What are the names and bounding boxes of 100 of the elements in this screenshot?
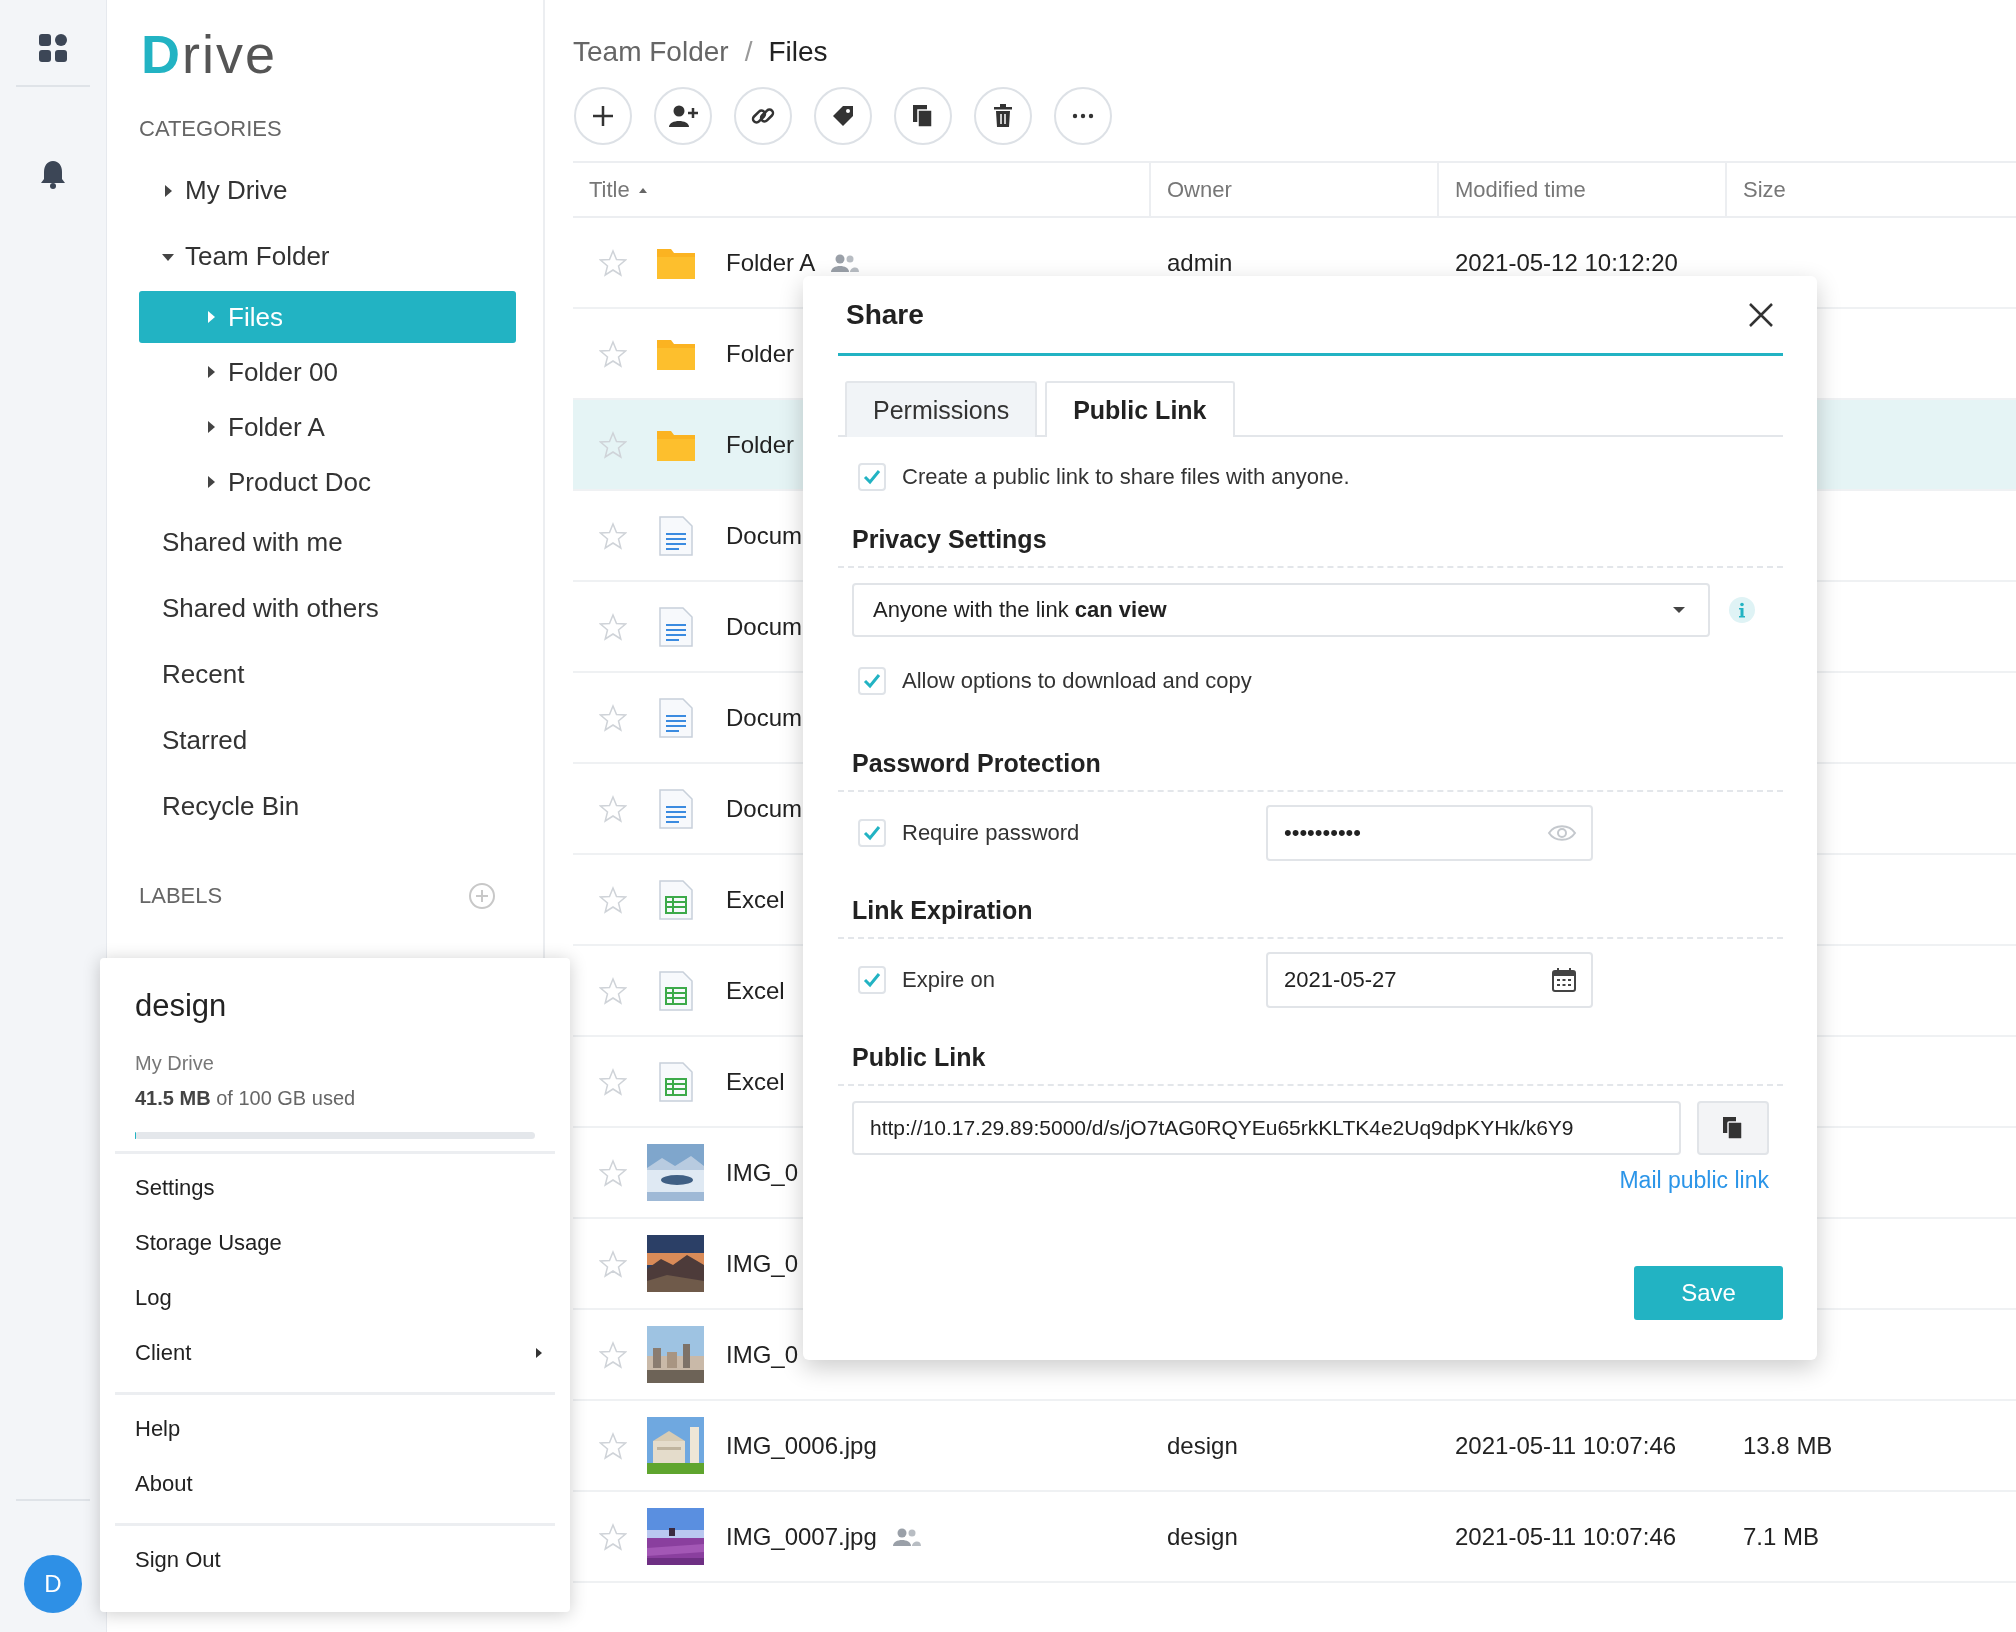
menu-item[interactable]: About: [115, 1456, 555, 1511]
menu-item[interactable]: Settings: [115, 1160, 555, 1215]
sidebar-item[interactable]: Shared with me: [139, 511, 516, 574]
file-name[interactable]: Docum: [726, 521, 803, 550]
caret-down-icon[interactable]: [1672, 606, 1686, 614]
menu-item[interactable]: Client: [115, 1325, 555, 1380]
column-header[interactable]: Modified time: [1439, 163, 1727, 216]
copy-icon[interactable]: [1721, 1115, 1745, 1141]
menu-item[interactable]: Log: [115, 1270, 555, 1325]
sidebar-item[interactable]: Shared with others: [139, 577, 516, 640]
table-row[interactable]: IMG_0007.jpg design 2021-05-11 10:07:46 7.1 MB: [573, 1492, 2016, 1583]
eye-icon[interactable]: [1547, 823, 1577, 843]
checkbox-label: Require password: [902, 820, 1080, 846]
file-name[interactable]: Excel: [726, 885, 785, 914]
sidebar-item[interactable]: Team Folder: [139, 225, 516, 288]
copy-button[interactable]: [894, 87, 952, 145]
tag-button[interactable]: [814, 87, 872, 145]
file-name[interactable]: Docum: [726, 794, 803, 823]
checkbox-label: Expire on: [902, 967, 995, 993]
document-icon: [658, 606, 693, 647]
modified-cell: 2021-05-12 10:12:20: [1455, 248, 1678, 277]
plus-icon[interactable]: [590, 103, 616, 129]
calendar-icon[interactable]: [1551, 967, 1577, 993]
date-field[interactable]: 2021-05-27: [1266, 952, 1593, 1008]
tab[interactable]: Permissions: [845, 381, 1038, 437]
spreadsheet-icon: [658, 970, 693, 1011]
breadcrumb-item[interactable]: Team Folder: [573, 36, 729, 68]
add-label-icon[interactable]: [468, 882, 496, 910]
file-name[interactable]: IMG_0007.jpg: [726, 1522, 877, 1551]
sidebar-item[interactable]: Folder 00: [139, 346, 516, 398]
sidebar-item[interactable]: Folder A: [139, 401, 516, 453]
tab[interactable]: Public Link: [1045, 381, 1235, 437]
add-button[interactable]: [574, 87, 632, 145]
star-icon[interactable]: [599, 1522, 627, 1551]
file-name[interactable]: Docum: [726, 612, 803, 641]
users-icon: [831, 252, 860, 273]
star-icon[interactable]: [599, 1067, 627, 1096]
close-icon[interactable]: [1747, 300, 1775, 329]
users-icon: [892, 1526, 921, 1547]
privacy-dropdown[interactable]: Anyone with the link can view: [852, 583, 1710, 637]
star-icon[interactable]: [599, 248, 627, 277]
password-field[interactable]: ••••••••••: [1266, 805, 1593, 861]
bell-icon[interactable]: [39, 159, 67, 189]
sidebar-item[interactable]: Starred: [139, 709, 516, 772]
link-field[interactable]: http://10.17.29.89:5000/d/s/jO7tAG0RQYEu65rkKLTK4e2Uq9dpKYHk/k6Y9: [852, 1101, 1681, 1155]
owner-cell: admin: [1167, 248, 1233, 277]
spreadsheet-icon: [658, 1061, 693, 1102]
file-name[interactable]: Folder: [726, 339, 795, 368]
owner-cell: design: [1167, 1431, 1238, 1460]
file-name[interactable]: IMG_0006.jpg: [726, 1431, 877, 1460]
menu-item[interactable]: Sign Out: [115, 1532, 555, 1587]
sidebar-item[interactable]: My Drive: [139, 159, 516, 222]
trash-icon[interactable]: [991, 103, 1015, 129]
sidebar-item[interactable]: Recent: [139, 643, 516, 706]
file-name[interactable]: Folder: [726, 430, 795, 459]
storage-usage: 41.5 MB of 100 GB used: [134, 1087, 357, 1110]
sidebar-item[interactable]: Recycle Bin: [139, 775, 516, 838]
checkbox-label: Create a public link to share files with anyone.: [902, 464, 1350, 490]
file-name[interactable]: Excel: [726, 1067, 785, 1096]
file-name[interactable]: IMG_0: [726, 1340, 799, 1369]
dashboard-icon[interactable]: [38, 33, 68, 63]
more-icon[interactable]: [1071, 112, 1095, 120]
copy-icon[interactable]: [911, 103, 935, 129]
file-name[interactable]: IMG_0: [726, 1158, 799, 1187]
star-icon[interactable]: [599, 703, 627, 732]
star-icon[interactable]: [599, 612, 627, 641]
app-logo: Drive: [140, 23, 278, 86]
info-icon[interactable]: [1728, 596, 1756, 624]
column-header[interactable]: Title: [573, 163, 1151, 216]
file-name[interactable]: Docum: [726, 703, 803, 732]
column-header[interactable]: Size: [1727, 163, 2016, 216]
star-icon[interactable]: [599, 976, 627, 1005]
star-icon[interactable]: [599, 339, 627, 368]
star-icon[interactable]: [599, 430, 627, 459]
table-row[interactable]: IMG_0006.jpg design 2021-05-11 10:07:46 13.8 MB: [573, 1401, 2016, 1492]
copy-link-button[interactable]: [1697, 1101, 1769, 1155]
modified-cell: 2021-05-11 10:07:46: [1455, 1522, 1677, 1551]
file-name[interactable]: IMG_0: [726, 1249, 799, 1278]
star-icon[interactable]: [599, 885, 627, 914]
menu-item[interactable]: Storage Usage: [115, 1215, 555, 1270]
breadcrumb-item[interactable]: Files: [768, 36, 828, 68]
document-icon: [658, 515, 693, 556]
sidebar-item[interactable]: Product Doc: [139, 456, 516, 508]
menu-item[interactable]: Help: [115, 1401, 555, 1456]
owner-cell: design: [1167, 1522, 1238, 1551]
document-icon: [658, 788, 693, 829]
caret-right-icon[interactable]: [535, 1346, 543, 1359]
file-name[interactable]: Excel: [726, 976, 785, 1005]
star-icon[interactable]: [599, 1249, 627, 1278]
file-name[interactable]: Folder A: [726, 248, 816, 277]
column-header[interactable]: Owner: [1151, 163, 1439, 216]
star-icon[interactable]: [599, 794, 627, 823]
add-user-button[interactable]: [654, 87, 712, 145]
star-icon[interactable]: [599, 1340, 627, 1369]
star-icon[interactable]: [599, 521, 627, 550]
size-cell: 7.1 MB: [1743, 1522, 1820, 1551]
star-icon[interactable]: [599, 1431, 627, 1460]
star-icon[interactable]: [599, 1158, 627, 1187]
add-user-icon[interactable]: [668, 103, 698, 129]
document-icon: [658, 697, 693, 738]
